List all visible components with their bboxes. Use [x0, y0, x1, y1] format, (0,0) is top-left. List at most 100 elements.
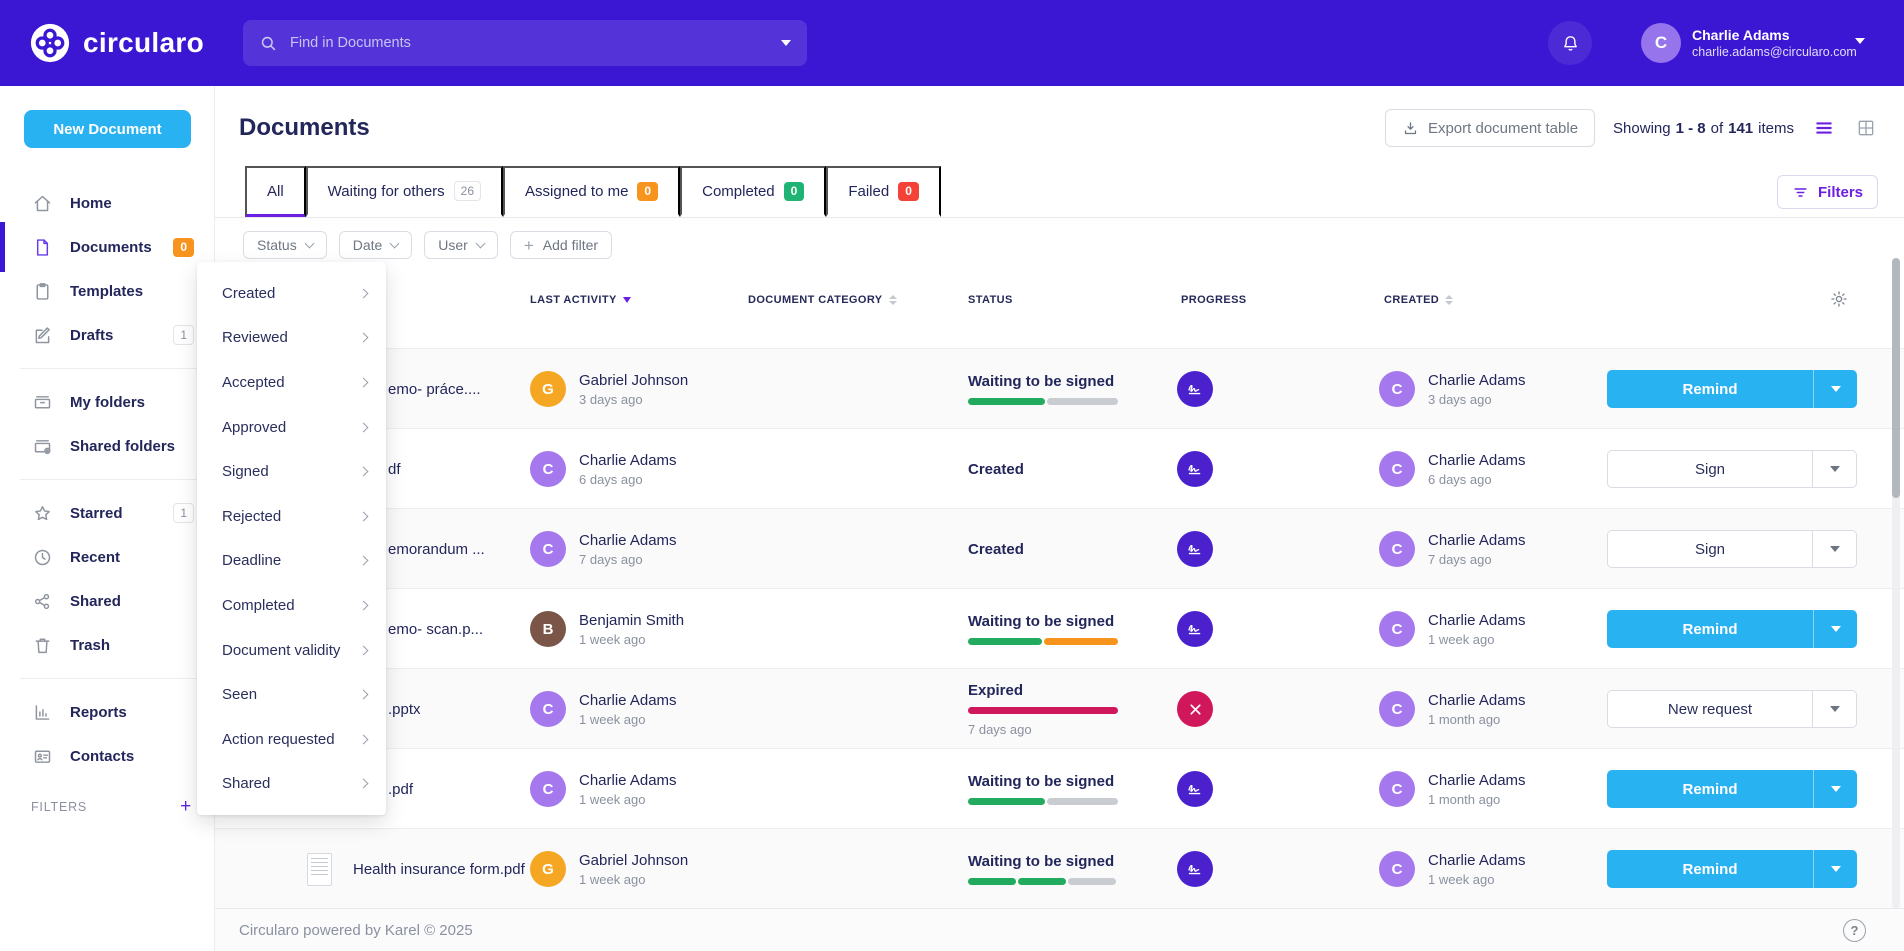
column-header-progress[interactable]: PROGRESS	[1181, 282, 1247, 318]
document-name-cell[interactable]: emorandum ...	[388, 509, 485, 589]
signature-progress-icon[interactable]	[1177, 851, 1213, 887]
document-name-cell[interactable]: emo- práce....	[388, 349, 481, 429]
signature-progress-icon[interactable]	[1177, 771, 1213, 807]
sidebar-item-recent[interactable]: Recent	[0, 535, 214, 579]
failed-progress-icon[interactable]	[1177, 691, 1213, 727]
add-filter-chip[interactable]: +Add filter	[510, 231, 612, 259]
new-document-button[interactable]: New Document	[24, 110, 191, 148]
menu-item-rejected[interactable]: Rejected	[197, 494, 386, 539]
search-scope-caret-icon[interactable]	[781, 40, 791, 46]
scrollbar-thumb[interactable]	[1892, 258, 1900, 498]
sidebar-item-shared[interactable]: Shared	[0, 579, 214, 623]
chevron-down-icon	[390, 239, 400, 249]
menu-item-accepted[interactable]: Accepted	[197, 360, 386, 405]
action-label[interactable]: Remind	[1607, 370, 1813, 408]
document-name-cell[interactable]: .pdf	[388, 749, 413, 829]
action-dropdown[interactable]	[1812, 531, 1856, 567]
caret-down-icon	[1831, 866, 1841, 872]
export-document-table-button[interactable]: Export document table	[1385, 109, 1595, 147]
menu-item-action-requested[interactable]: Action requested	[197, 717, 386, 762]
chevron-down-icon	[304, 239, 314, 249]
menu-item-completed[interactable]: Completed	[197, 583, 386, 628]
sign-button[interactable]: Sign	[1607, 450, 1857, 488]
document-name-cell[interactable]: Health insurance form.pdf	[307, 829, 525, 909]
action-dropdown[interactable]	[1812, 451, 1856, 487]
circularo-logo-icon	[30, 23, 70, 63]
search-input[interactable]	[290, 35, 769, 51]
brand-logo[interactable]: circularo	[30, 0, 204, 86]
remind-button[interactable]: Remind	[1607, 770, 1857, 808]
sidebar-item-my-folders[interactable]: My folders	[0, 380, 214, 424]
sidebar-item-trash[interactable]: Trash	[0, 623, 214, 667]
action-label[interactable]: Remind	[1607, 610, 1813, 648]
new-request-button[interactable]: New request	[1607, 690, 1857, 728]
menu-item-approved[interactable]: Approved	[197, 405, 386, 450]
filter-chip-date[interactable]: Date	[339, 231, 413, 259]
document-icon	[31, 236, 53, 258]
action-label[interactable]: Sign	[1608, 531, 1812, 567]
filter-chip-user[interactable]: User	[424, 231, 498, 259]
remind-button[interactable]: Remind	[1607, 850, 1857, 888]
action-label[interactable]: Sign	[1608, 451, 1812, 487]
document-name-cell[interactable]: emo- scan.p...	[388, 589, 483, 669]
column-header-status[interactable]: STATUS	[968, 282, 1013, 318]
sidebar-item-reports[interactable]: Reports	[0, 690, 214, 734]
sidebar-item-home[interactable]: Home	[0, 181, 214, 225]
sidebar-item-shared-folders[interactable]: Shared folders	[0, 424, 214, 468]
remind-button[interactable]: Remind	[1607, 370, 1857, 408]
sidebar-item-drafts[interactable]: Drafts1	[0, 313, 214, 357]
help-icon[interactable]: ?	[1843, 919, 1866, 942]
menu-item-deadline[interactable]: Deadline	[197, 539, 386, 584]
user-menu[interactable]: C Charlie Adams charlie.adams@circularo.…	[1641, 21, 1857, 65]
menu-item-seen[interactable]: Seen	[197, 672, 386, 717]
user-menu-caret-icon[interactable]	[1855, 38, 1865, 44]
status-label: Created	[968, 541, 1024, 558]
filter-chip-status[interactable]: Status	[243, 231, 327, 259]
sidebar-item-documents[interactable]: Documents0	[0, 225, 214, 269]
menu-item-signed[interactable]: Signed	[197, 449, 386, 494]
signature-progress-icon[interactable]	[1177, 451, 1213, 487]
tab-all[interactable]: All	[245, 166, 306, 217]
action-dropdown[interactable]	[1813, 610, 1857, 648]
sidebar-item-starred[interactable]: Starred1	[0, 491, 214, 535]
column-header-created[interactable]: CREATED	[1384, 282, 1453, 318]
document-name: emo- scan.p...	[388, 621, 483, 638]
column-settings-gear-icon[interactable]	[1829, 289, 1849, 309]
caret-down-icon	[1830, 706, 1840, 712]
tab-waiting-for-others[interactable]: Waiting for others26	[306, 166, 503, 217]
menu-item-shared[interactable]: Shared	[197, 762, 386, 807]
column-header-last-activity[interactable]: LAST ACTIVITY	[530, 282, 631, 318]
action-dropdown[interactable]	[1813, 770, 1857, 808]
notifications-button[interactable]	[1548, 21, 1592, 65]
action-dropdown[interactable]	[1812, 691, 1856, 727]
sign-button[interactable]: Sign	[1607, 530, 1857, 568]
menu-item-reviewed[interactable]: Reviewed	[197, 316, 386, 361]
sidebar-item-templates[interactable]: Templates	[0, 269, 214, 313]
filters-button[interactable]: Filters	[1777, 175, 1878, 209]
sidebar-item-contacts[interactable]: Contacts	[0, 734, 214, 778]
signature-progress-icon[interactable]	[1177, 611, 1213, 647]
signature-progress-icon[interactable]	[1177, 531, 1213, 567]
grid-view-button[interactable]	[1854, 116, 1878, 140]
action-label[interactable]: New request	[1608, 691, 1812, 727]
menu-item-document-validity[interactable]: Document validity	[197, 628, 386, 673]
tab-completed[interactable]: Completed0	[680, 166, 826, 217]
action-dropdown[interactable]	[1813, 850, 1857, 888]
action-dropdown[interactable]	[1813, 370, 1857, 408]
document-name-cell[interactable]: df	[388, 429, 401, 509]
sidebar-item-label: Trash	[70, 637, 110, 654]
document-name-cell[interactable]: .pptx	[388, 669, 421, 749]
menu-item-created[interactable]: Created	[197, 271, 386, 316]
sidebar-item-label: Home	[70, 195, 112, 212]
signature-progress-icon[interactable]	[1177, 371, 1213, 407]
remind-button[interactable]: Remind	[1607, 610, 1857, 648]
filter-chips-row: Status Date User +Add filter	[243, 231, 612, 259]
column-header-document-category[interactable]: DOCUMENT CATEGORY	[748, 282, 897, 318]
global-search[interactable]	[243, 20, 807, 66]
action-label[interactable]: Remind	[1607, 770, 1813, 808]
action-label[interactable]: Remind	[1607, 850, 1813, 888]
tab-assigned-to-me[interactable]: Assigned to me0	[503, 166, 680, 217]
tab-failed[interactable]: Failed0	[826, 166, 941, 217]
add-filter-plus-icon[interactable]: +	[180, 797, 192, 816]
list-view-button[interactable]	[1812, 116, 1836, 140]
